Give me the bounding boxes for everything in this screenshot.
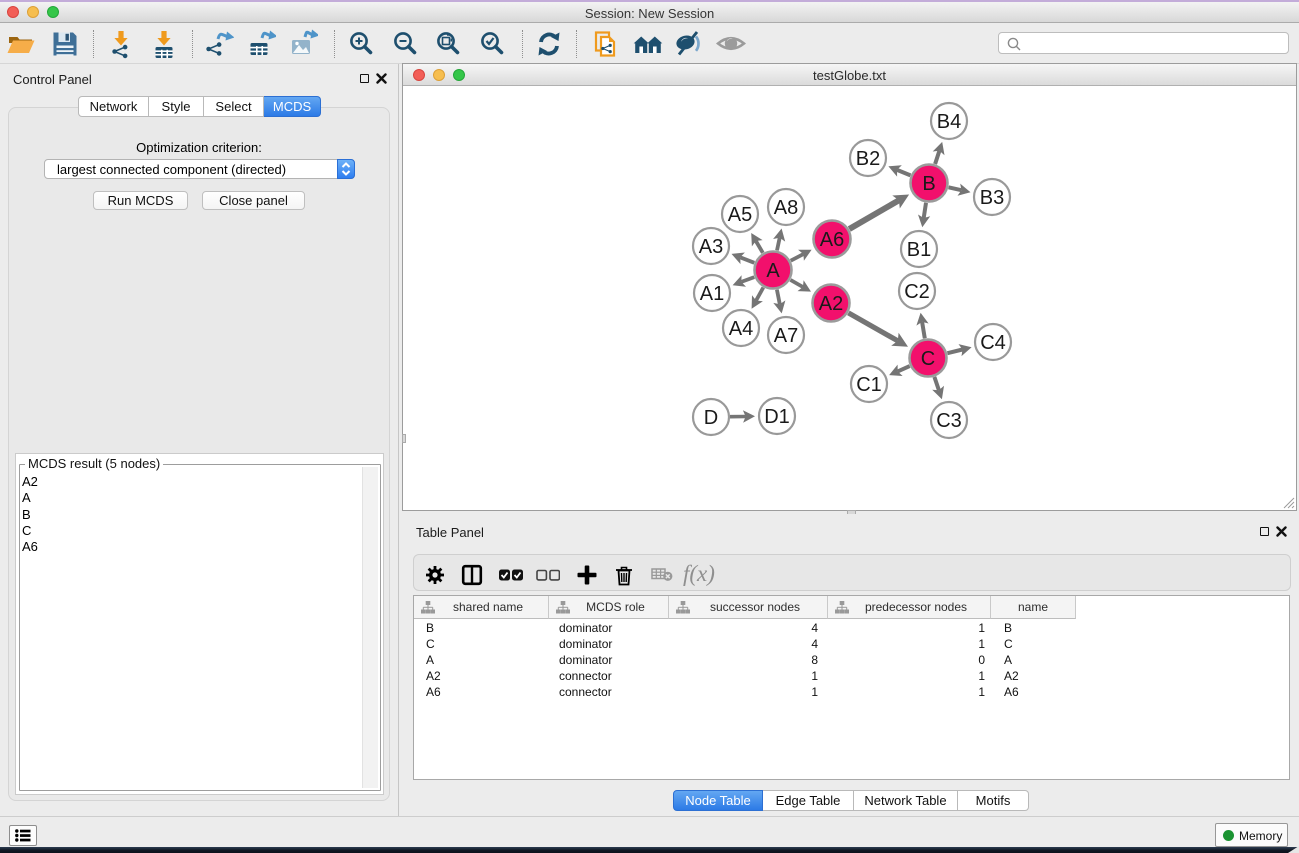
- svg-text:B2: B2: [856, 148, 880, 170]
- svg-text:A: A: [766, 260, 780, 282]
- svg-text:A8: A8: [774, 197, 798, 219]
- svg-text:C2: C2: [904, 281, 930, 303]
- svg-text:C: C: [921, 348, 935, 370]
- svg-text:A1: A1: [700, 283, 724, 305]
- svg-text:B4: B4: [937, 111, 961, 133]
- svg-text:B1: B1: [907, 239, 931, 261]
- svg-text:B3: B3: [980, 187, 1004, 209]
- svg-text:C4: C4: [980, 332, 1006, 354]
- svg-text:A6: A6: [820, 229, 844, 251]
- svg-text:A2: A2: [819, 293, 843, 315]
- svg-text:C1: C1: [856, 374, 882, 396]
- svg-text:D1: D1: [764, 406, 790, 428]
- svg-text:C3: C3: [936, 410, 962, 432]
- svg-text:B: B: [922, 173, 935, 195]
- svg-text:A7: A7: [774, 325, 798, 347]
- svg-text:A5: A5: [728, 204, 752, 226]
- svg-text:A4: A4: [729, 318, 753, 340]
- svg-text:A3: A3: [699, 236, 723, 258]
- svg-text:D: D: [704, 407, 718, 429]
